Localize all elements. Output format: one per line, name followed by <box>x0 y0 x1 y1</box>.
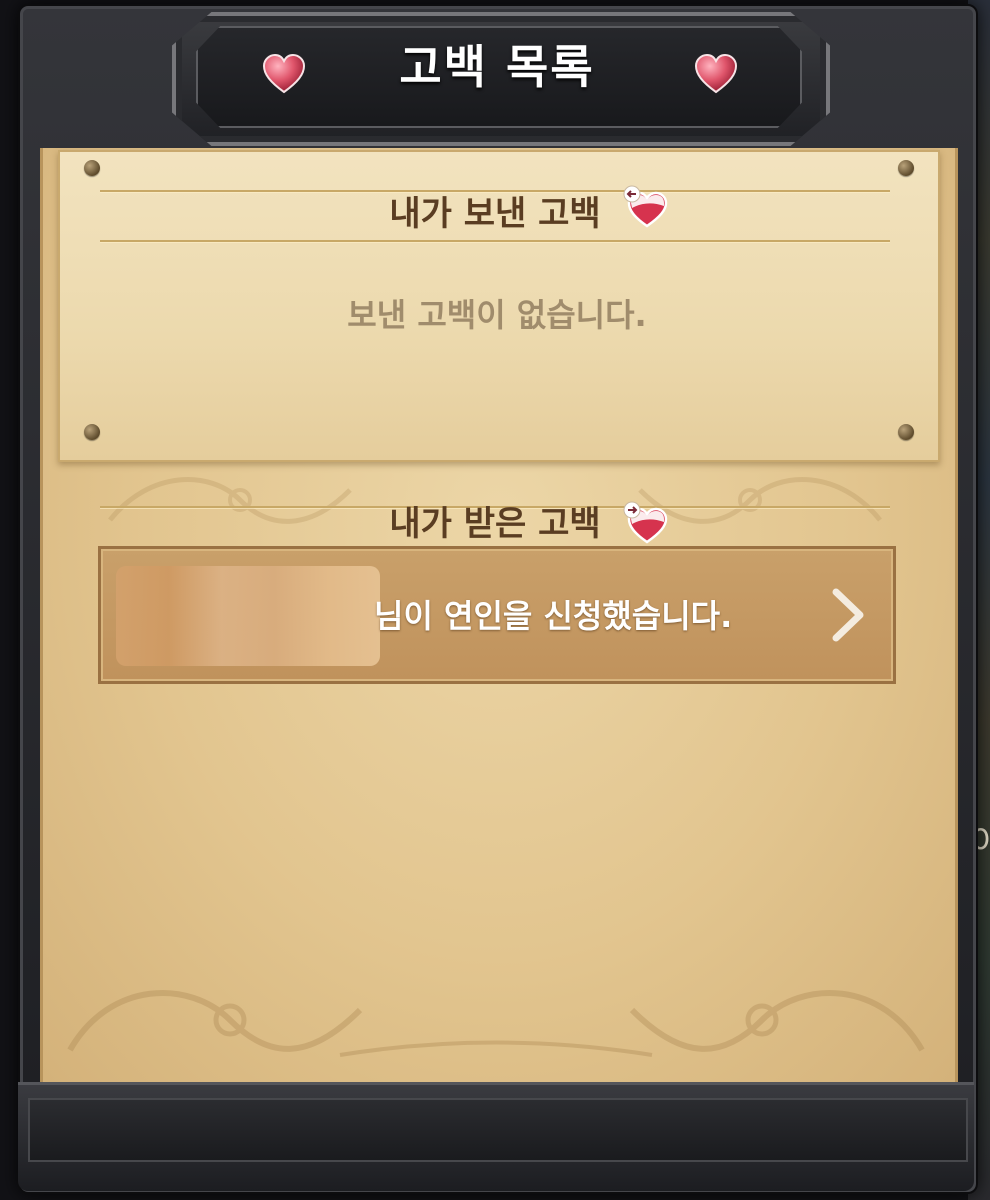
heart-received-arrow-icon <box>623 501 668 544</box>
received-section-title: 내가 받은 고백 <box>389 504 601 544</box>
sent-empty-message: 보낸 고백이 없습니다. <box>347 296 647 334</box>
chevron-right-icon[interactable] <box>826 586 870 644</box>
received-confession-message: 님이 연인을 신청했습니다. <box>374 597 733 635</box>
scroll-ornament-bottom <box>67 990 925 1057</box>
rivet <box>84 424 100 440</box>
dialog-bottom-inner <box>28 1098 968 1162</box>
rivet <box>898 424 914 440</box>
heart-sent-arrow-icon <box>623 185 668 228</box>
sent-section-title: 내가 보낸 고백 <box>389 194 601 234</box>
rivet <box>84 160 100 176</box>
dialog-title: 고백 목록 <box>399 40 595 94</box>
divider <box>100 240 890 242</box>
sender-name-redacted <box>116 566 380 666</box>
rivet <box>898 160 914 176</box>
